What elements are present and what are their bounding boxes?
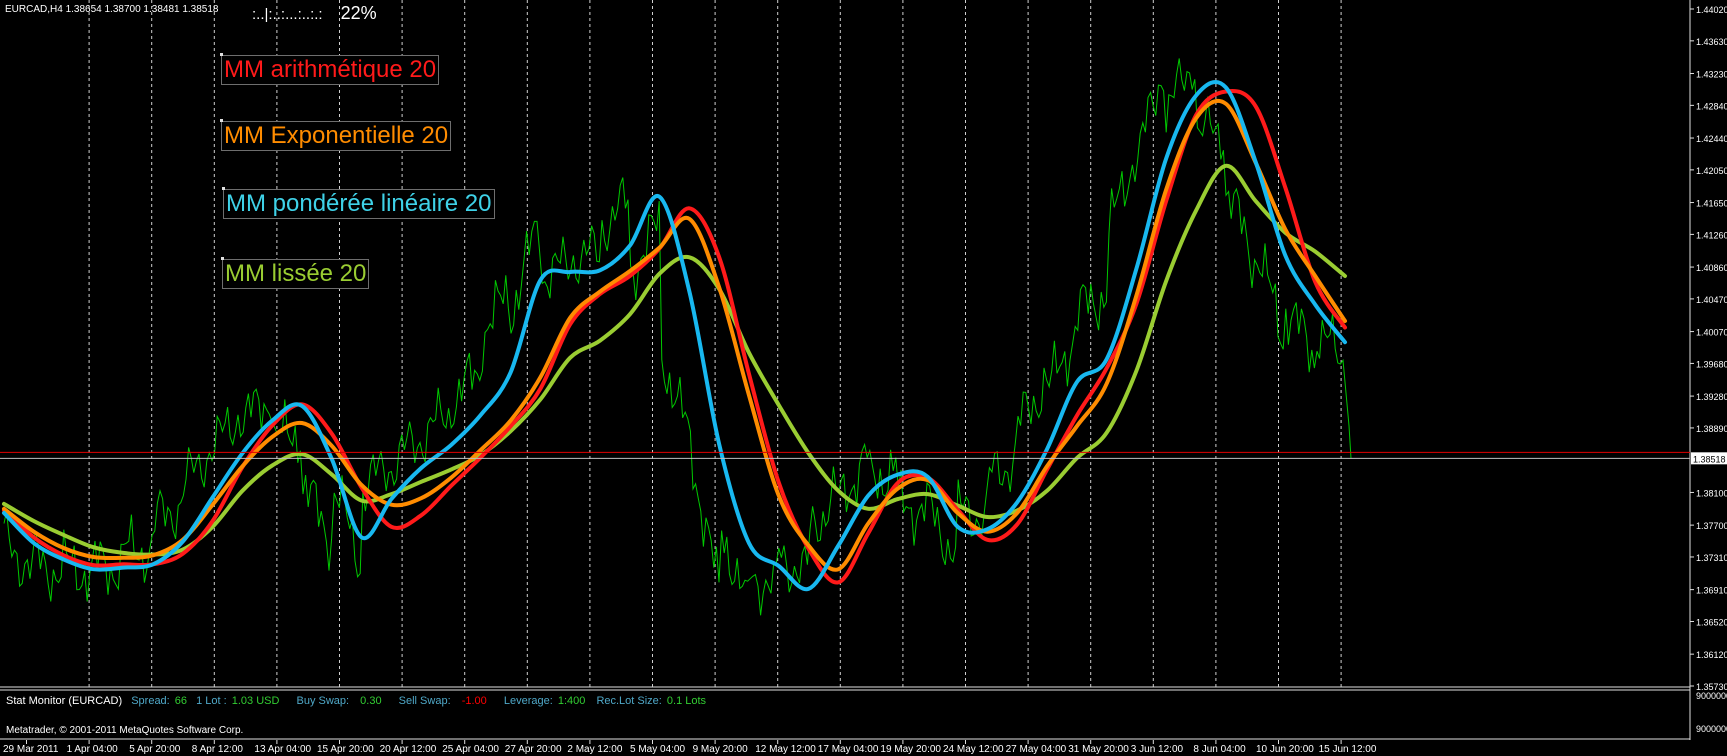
x-tick-label: 15 Jun 12:00 — [1319, 744, 1377, 755]
progress-pattern: :..|:..:...:..:.: — [252, 6, 323, 23]
x-tick-label: 1 Apr 04:00 — [67, 744, 119, 755]
y-tick-label: 1.41650 — [1696, 199, 1727, 209]
y-tick-label: 1.40470 — [1696, 295, 1727, 305]
x-tick-label: 29 Mar 2011 — [3, 744, 59, 755]
series-line-ema — [2, 98, 1347, 572]
x-tick-label: 24 May 12:00 — [943, 744, 1004, 755]
x-tick-label: 10 Jun 20:00 — [1256, 744, 1314, 755]
y-tick-label: 1.42840 — [1696, 101, 1727, 111]
legend-ema-label[interactable]: MM Exponentielle 20 — [220, 119, 452, 151]
leverage-value: 1:400 — [557, 695, 586, 707]
y-tick-label: 1.36910 — [1696, 586, 1727, 596]
bid-label: 1.38518 — [1693, 454, 1726, 464]
x-tick-label: 3 Jun 12:00 — [1131, 744, 1184, 755]
y-tick-label: 1.41260 — [1696, 230, 1727, 240]
legend-anchor-dot — [222, 187, 225, 190]
reclot-label: Rec.Lot Size: — [596, 695, 662, 707]
spread-label: Spread: — [131, 695, 170, 707]
y-tick-label: 1.39680 — [1696, 359, 1727, 369]
buy-swap-label: Buy Swap: — [296, 695, 350, 707]
leverage-label: Leverage: — [503, 695, 553, 707]
stat-monitor-title: Stat Monitor (EURCAD) — [6, 695, 123, 707]
spread-value: 66 — [174, 695, 188, 707]
y-tick-label: 1.38890 — [1696, 424, 1727, 434]
lot-label: 1 Lot : — [196, 695, 227, 707]
symbol-info: EURCAD,H4 1.38654 1.38700 1.38481 1.3851… — [5, 4, 219, 15]
legend-lwma-label[interactable]: MM pondérée linéaire 20 — [222, 187, 495, 219]
legend-ema-text: MM Exponentielle 20 — [224, 122, 449, 149]
progress-value: 22% — [340, 3, 377, 23]
x-tick-label: 27 Apr 20:00 — [505, 744, 562, 755]
x-tick-label: 31 May 20:00 — [1068, 744, 1129, 755]
y-tick-label: 1.40070 — [1696, 328, 1727, 338]
stat-monitor: Stat Monitor (EURCAD) Spread: 66 1 Lot :… — [6, 695, 712, 707]
sub-pane-axis-label: 9000000 — [1696, 724, 1727, 734]
y-tick-label: 1.43230 — [1696, 70, 1727, 80]
legend-smma-label[interactable]: MM lissée 20 — [221, 257, 370, 289]
x-tick-label: 8 Apr 12:00 — [192, 744, 244, 755]
legend-lwma-text: MM pondérée linéaire 20 — [226, 190, 492, 217]
copyright-text: Metatrader, © 2001-2011 MetaQuotes Softw… — [6, 725, 244, 736]
y-tick-label: 1.40860 — [1696, 263, 1727, 273]
x-tick-label: 13 Apr 04:00 — [254, 744, 311, 755]
reclot-value: 0.1 Lots — [666, 695, 707, 707]
x-tick-label: 12 May 12:00 — [755, 744, 816, 755]
y-tick-label: 1.39280 — [1696, 392, 1727, 402]
moving-averages — [2, 80, 1347, 592]
legend-anchor-dot — [221, 257, 224, 260]
legend-anchor-dot — [220, 119, 223, 122]
grid — [88, 0, 1342, 687]
x-tick-label: 20 Apr 12:00 — [380, 744, 437, 755]
x-tick-label: 9 May 20:00 — [693, 744, 748, 755]
y-tick-label: 1.42050 — [1696, 166, 1727, 176]
legend-smma-text: MM lissée 20 — [225, 260, 367, 287]
legend-anchor-dot — [220, 53, 223, 56]
x-tick-label: 27 May 04:00 — [1006, 744, 1067, 755]
x-tick-label: 2 May 12:00 — [567, 744, 622, 755]
y-tick-label: 1.43630 — [1696, 37, 1727, 47]
x-tick-label: 15 Apr 20:00 — [317, 744, 374, 755]
y-tick-label: 1.38100 — [1696, 488, 1727, 498]
y-tick-label: 1.36520 — [1696, 617, 1727, 627]
bid-layer: 1.38518 — [0, 451, 1727, 465]
x-tick-label: 5 May 04:00 — [630, 744, 685, 755]
legend-sma-text: MM arithmétique 20 — [224, 56, 437, 83]
chart-window[interactable]: 1.38518 29 Mar 2011 1 Apr 04:00 5 Apr 20:0… — [0, 0, 1727, 756]
sub-pane-axis-label: 9000000 — [1696, 691, 1727, 701]
sell-swap-value: -1.00 — [461, 695, 487, 707]
price-chart[interactable]: 1.38518 29 Mar 2011 1 Apr 04:00 5 Apr 20:0… — [0, 0, 1727, 756]
y-tick-label: 1.37700 — [1696, 521, 1727, 531]
chart-frame — [0, 0, 1691, 740]
lot-value: 1.03 USD — [231, 695, 280, 707]
axis-labels: 29 Mar 2011 1 Apr 04:00 5 Apr 20:00 8 Apr 1… — [3, 5, 1727, 755]
y-tick-label: 1.44020 — [1696, 5, 1727, 15]
buy-swap-value: 0.30 — [360, 695, 382, 707]
y-tick-label: 1.42440 — [1696, 134, 1727, 144]
y-tick-label: 1.37310 — [1696, 553, 1727, 563]
x-tick-label: 5 Apr 20:00 — [129, 744, 181, 755]
progress-indicator: :..|:..:...:..:.: 22% — [252, 3, 377, 24]
y-tick-label: 1.36120 — [1696, 650, 1727, 660]
sell-swap-label: Sell Swap: — [398, 695, 451, 707]
legend-sma-label[interactable]: MM arithmétique 20 — [220, 53, 440, 85]
x-tick-label: 17 May 04:00 — [818, 744, 879, 755]
x-tick-label: 19 May 20:00 — [880, 744, 941, 755]
x-tick-label: 8 Jun 04:00 — [1193, 744, 1246, 755]
x-tick-label: 25 Apr 04:00 — [442, 744, 499, 755]
